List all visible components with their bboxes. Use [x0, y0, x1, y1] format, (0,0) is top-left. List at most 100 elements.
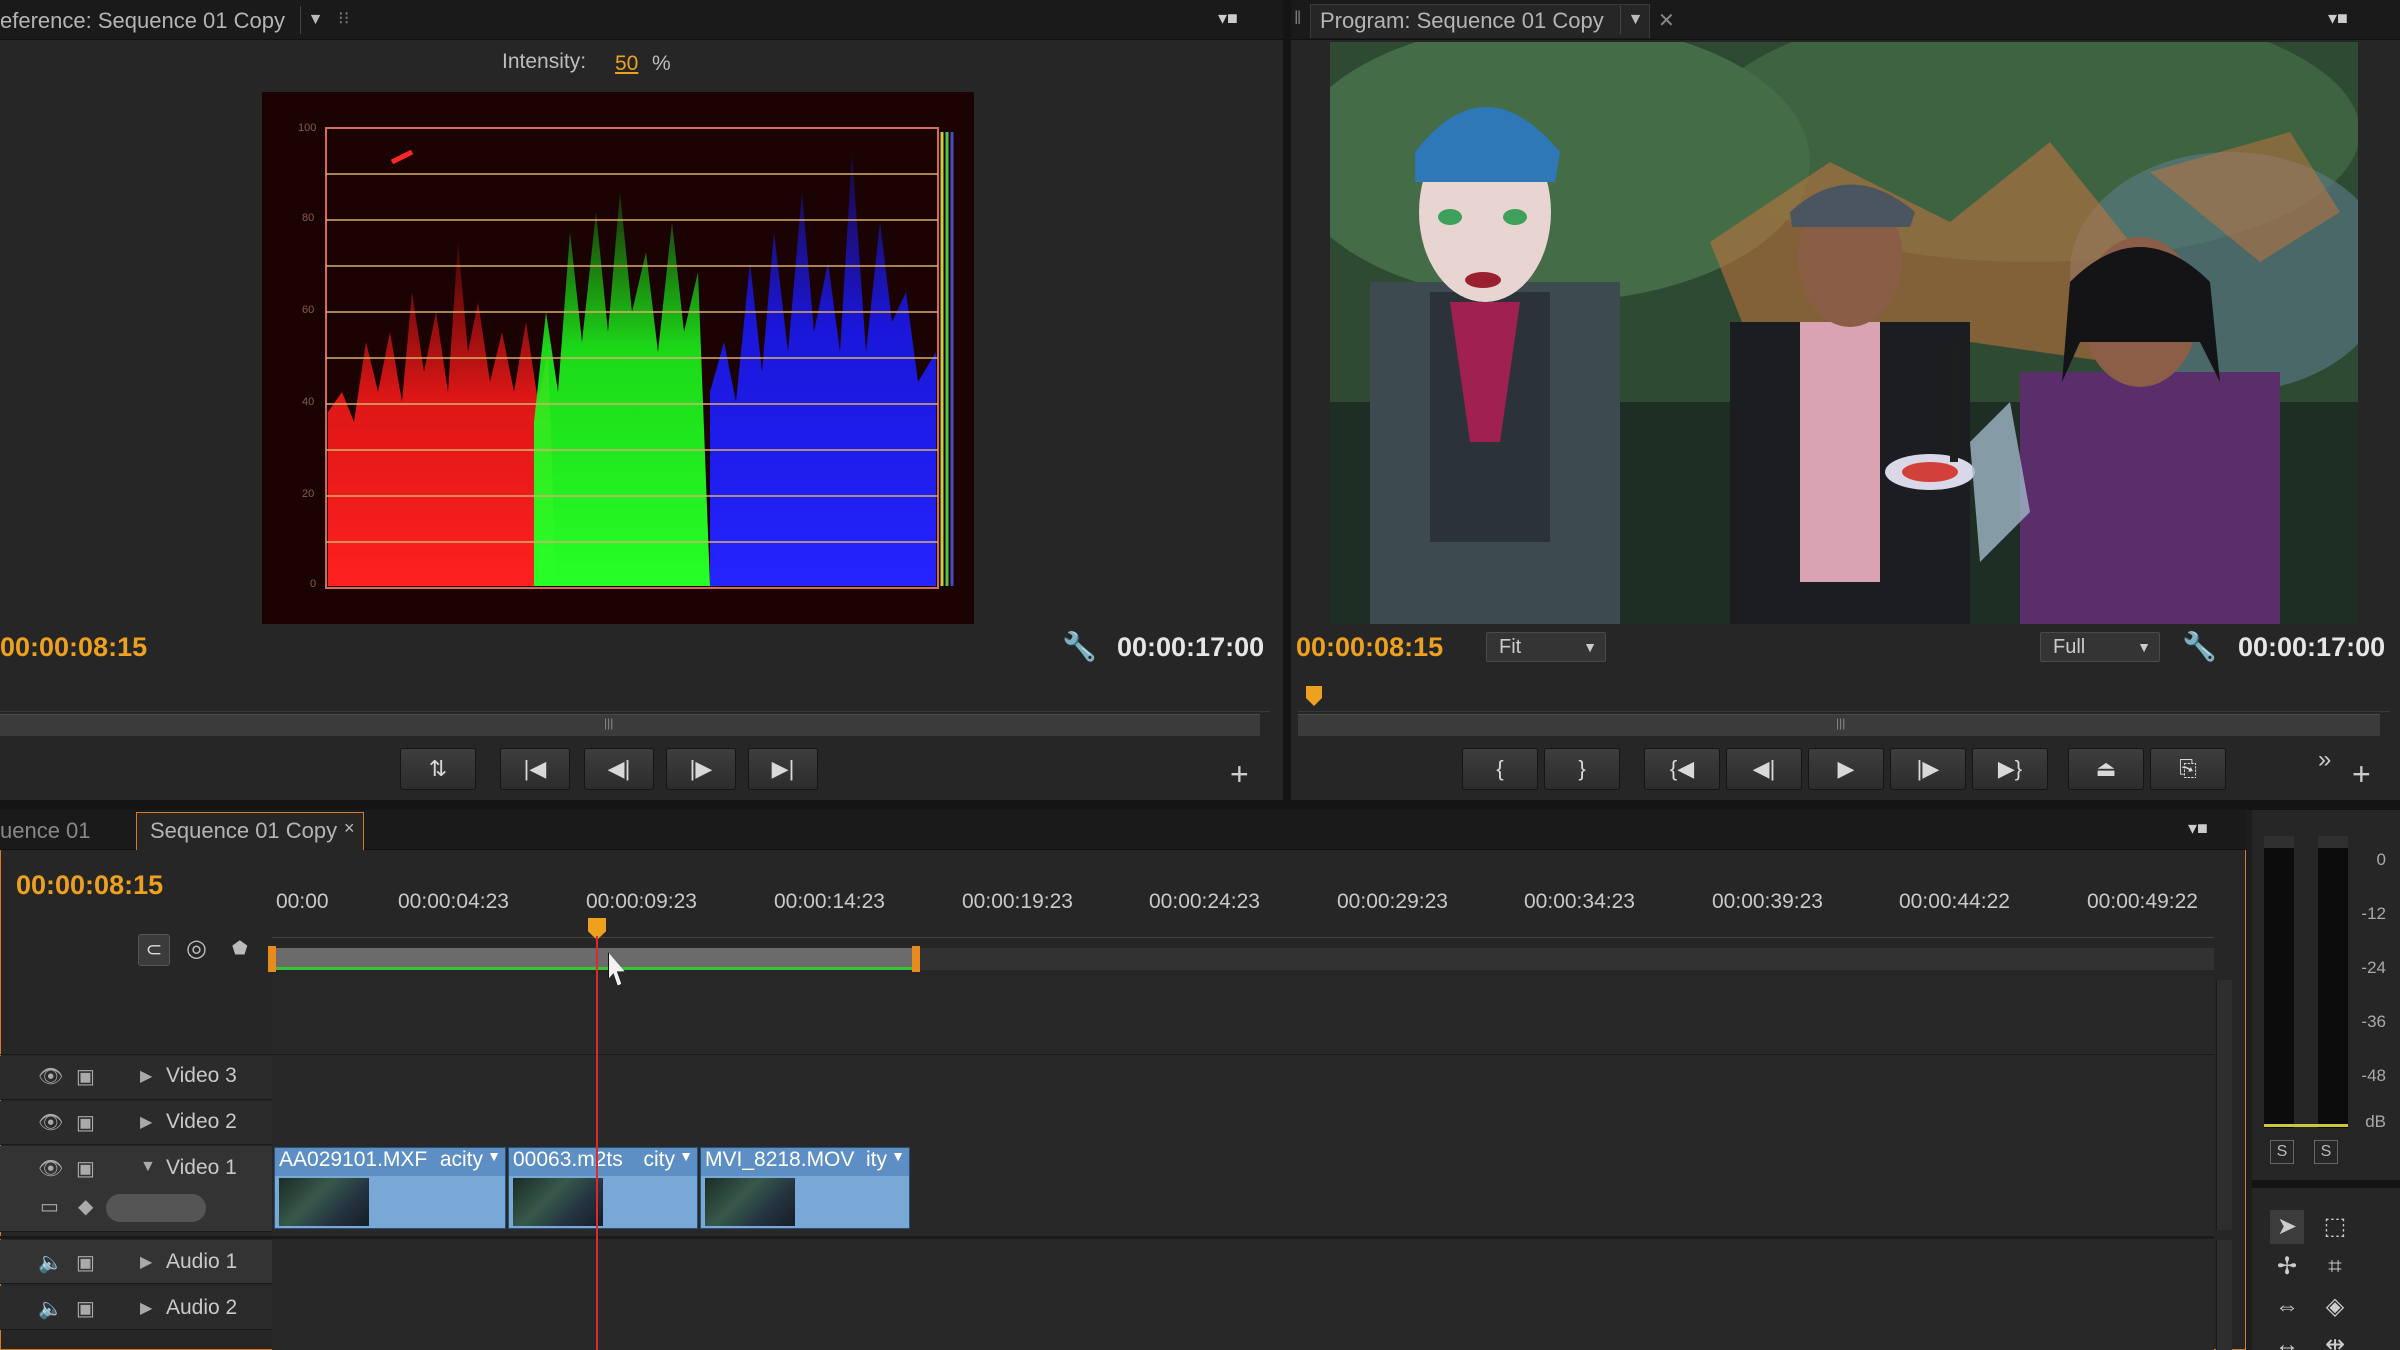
linked-selection-icon[interactable]: ◎ [186, 934, 207, 963]
lift-button[interactable]: ⏏ [2068, 748, 2144, 790]
timeline-tab-sequence-01-copy[interactable]: Sequence 01 Copy [150, 818, 337, 844]
rolling-edit-tool-icon[interactable]: ⌗ [2318, 1250, 2352, 1284]
close-icon[interactable]: × [344, 818, 355, 839]
clip-aa029101[interactable]: AA029101.MXF acity ▼ [274, 1147, 506, 1229]
reference-zoom-scrollbar[interactable] [0, 714, 1260, 736]
video-tracks-scrollbar[interactable] [2216, 980, 2232, 1230]
extract-button[interactable]: ⎘ [2150, 748, 2226, 790]
chevron-down-icon[interactable]: ▼ [300, 6, 330, 34]
step-back-button[interactable]: ◀| [584, 748, 654, 790]
program-monitor-tab[interactable]: Program: Sequence 01 Copy [1320, 8, 1604, 34]
eye-icon[interactable]: 👁 [38, 1156, 63, 1181]
speaker-icon[interactable]: 🔈 [38, 1250, 63, 1275]
audio-tracks-scrollbar[interactable] [2216, 1240, 2232, 1350]
clip-mvi-8218[interactable]: MVI_8218.MOV ity ▼ [700, 1147, 910, 1229]
reference-monitor-tab[interactable]: eference: Sequence 01 Copy [0, 8, 285, 34]
ruler-label: 00:00:14:23 [774, 890, 885, 913]
quality-select-value: Full [2053, 636, 2086, 658]
panel-menu-icon[interactable]: ▾■ [1218, 8, 1238, 29]
intensity-value[interactable]: 50 [615, 52, 638, 76]
chevron-down-icon[interactable]: ▼ [487, 1148, 501, 1164]
reference-current-timecode[interactable]: 00:00:08:15 [0, 632, 147, 663]
button-toggle-icon[interactable]: ⇅ [400, 748, 476, 790]
zoom-select[interactable]: Fit ▼ [1486, 632, 1606, 662]
panel-menu-icon[interactable]: ▾■ [2328, 8, 2348, 29]
rgb-parade-scope: 100 80 60 40 20 0 [262, 92, 974, 624]
program-current-timecode[interactable]: 00:00:08:15 [1296, 632, 1443, 663]
go-to-in-button[interactable]: {◀ [1644, 748, 1720, 790]
panel-grip-icon[interactable]: ‖ [1294, 8, 1301, 29]
sync-lock-icon[interactable]: ▣ [76, 1296, 95, 1321]
add-button-icon[interactable]: + [2352, 756, 2371, 793]
wrench-icon[interactable]: 🔧 [2182, 630, 2217, 663]
step-forward-button[interactable]: |▶ [666, 748, 736, 790]
scrollbar-grip-icon[interactable]: ||| [604, 716, 613, 730]
panel-grip-icon[interactable]: ⁝⁝ [338, 8, 349, 29]
display-style-icon[interactable]: ▭ [40, 1194, 59, 1219]
mark-in-button[interactable]: { [1462, 748, 1538, 790]
slip-tool-icon[interactable]: ↔ [2270, 1328, 2304, 1350]
step-back-button[interactable]: ◀| [1726, 748, 1802, 790]
panel-menu-icon[interactable]: ▾■ [2188, 818, 2208, 839]
scrollbar-grip-icon[interactable]: ||| [1836, 716, 1845, 730]
chevron-down-icon[interactable]: ▼ [1620, 6, 1650, 34]
selection-tool-icon[interactable]: ➤ [2270, 1210, 2304, 1244]
program-video-frame[interactable] [1330, 42, 2358, 624]
chevron-right-icon[interactable]: ▶ [140, 1298, 152, 1318]
solo-right-button[interactable]: S [2314, 1140, 2338, 1164]
slide-tool-icon[interactable]: ⇹ [2318, 1328, 2352, 1350]
chevron-right-icon[interactable]: ▶ [140, 1066, 152, 1086]
overflow-chevron-icon[interactable]: » [2318, 746, 2331, 774]
panel-divider[interactable] [1283, 0, 1291, 800]
add-button-icon[interactable]: + [1230, 756, 1249, 793]
timeline-tab-sequence-01[interactable]: uence 01 [0, 818, 91, 844]
go-to-out-button[interactable]: ▶} [1972, 748, 2048, 790]
ripple-edit-tool-icon[interactable]: ✢ [2270, 1250, 2304, 1284]
sync-lock-icon[interactable]: ▣ [76, 1110, 95, 1135]
quality-select[interactable]: Full ▼ [2040, 632, 2160, 662]
snap-icon[interactable]: ⊂ [138, 934, 170, 966]
chevron-right-icon[interactable]: ▶ [140, 1112, 152, 1132]
work-area-bar-rest[interactable] [920, 948, 2214, 970]
chevron-down-icon[interactable]: ▼ [679, 1148, 693, 1164]
sync-lock-icon[interactable]: ▣ [76, 1156, 95, 1181]
timeline-playhead-line[interactable] [596, 936, 598, 1350]
wrench-icon[interactable]: 🔧 [1062, 630, 1097, 663]
work-area-end-handle[interactable] [912, 946, 920, 972]
track-select-tool-icon[interactable]: ⬚ [2318, 1210, 2352, 1244]
keyframe-icon[interactable]: ◆ [78, 1194, 93, 1219]
track-name-audio-2: Audio 2 [166, 1296, 238, 1319]
timeline-current-timecode[interactable]: 00:00:08:15 [16, 870, 163, 901]
go-to-in-button[interactable]: |◀ [500, 748, 570, 790]
program-time-ruler[interactable] [1298, 682, 2390, 712]
eye-icon[interactable]: 👁 [38, 1064, 63, 1089]
ruler-label: 00:00:19:23 [962, 890, 1073, 913]
step-forward-button[interactable]: |▶ [1890, 748, 1966, 790]
eye-icon[interactable]: 👁 [38, 1110, 63, 1135]
reference-duration-timecode: 00:00:17:00 [1117, 632, 1265, 662]
chevron-down-icon[interactable]: ▼ [140, 1158, 156, 1176]
speaker-icon[interactable]: 🔈 [38, 1296, 63, 1321]
mark-out-button[interactable]: } [1544, 748, 1620, 790]
keyframe-navigator[interactable] [106, 1194, 206, 1222]
work-area-bar[interactable] [274, 948, 914, 970]
rate-stretch-tool-icon[interactable]: ⇔ [2270, 1290, 2304, 1324]
work-area-start-handle[interactable] [268, 946, 276, 972]
razor-tool-icon[interactable]: ◈ [2318, 1290, 2352, 1324]
tools-divider[interactable] [2252, 1180, 2400, 1188]
zoom-select-value: Fit [1499, 636, 1522, 658]
chevron-down-icon: ▼ [1583, 639, 1597, 655]
add-marker-icon[interactable]: ⬟ [232, 938, 248, 959]
chevron-down-icon[interactable]: ▼ [891, 1148, 905, 1164]
close-icon[interactable]: ✕ [1658, 8, 1675, 33]
clip-00063[interactable]: 00063.m2ts city ▼ [508, 1147, 698, 1229]
solo-left-button[interactable]: S [2270, 1140, 2294, 1164]
horizontal-divider[interactable] [0, 800, 2400, 810]
ruler-label: 00:00:04:23 [398, 890, 509, 913]
go-to-out-button[interactable]: ▶| [748, 748, 818, 790]
chevron-right-icon[interactable]: ▶ [140, 1252, 152, 1272]
sync-lock-icon[interactable]: ▣ [76, 1250, 95, 1275]
play-button[interactable]: ▶ [1808, 748, 1884, 790]
reference-time-ruler[interactable] [0, 682, 1270, 712]
sync-lock-icon[interactable]: ▣ [76, 1064, 95, 1089]
